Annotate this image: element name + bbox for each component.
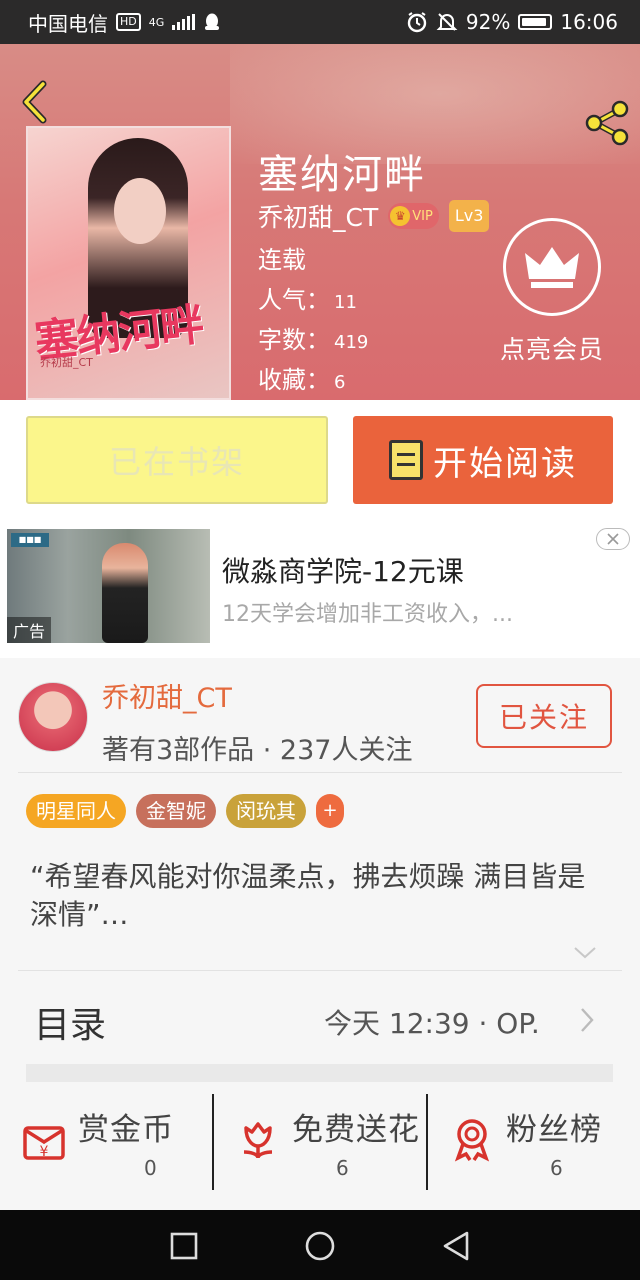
ad-banner[interactable]: ■■■ 广告 微淼商学院-12元课 12天学会增加非工资收入，...	[0, 520, 640, 658]
toc-label: 目录	[34, 1005, 107, 1046]
start-reading-button[interactable]: 开始阅读	[353, 416, 613, 504]
author-works-summary: 著有3部作品 · 237人关注	[102, 735, 413, 766]
reward-coins-button[interactable]: ¥ 赏金币 0	[0, 1094, 212, 1190]
word-count-label: 字数：	[258, 326, 330, 354]
send-flower-label: 免费送花	[292, 1112, 420, 1148]
vip-badge: ♛ VIP	[388, 203, 439, 229]
member-label: 点亮会员	[499, 335, 604, 364]
book-icon	[389, 440, 423, 480]
on-shelf-button[interactable]: 已在书架	[26, 416, 328, 504]
ad-title: 微淼商学院-12元课	[222, 555, 464, 588]
alarm-icon	[407, 12, 427, 33]
tag-more-button[interactable]: +	[316, 794, 344, 828]
book-title: 塞纳河畔	[258, 152, 426, 198]
battery-percent: 92%	[465, 10, 511, 34]
fan-ranking-button[interactable]: 粉丝榜 6	[426, 1094, 640, 1190]
author-avatar[interactable]	[18, 682, 88, 752]
latest-chapter: 今天 12:39 · OP.	[324, 1007, 540, 1040]
send-flower-count: 6	[336, 1156, 349, 1180]
level-badge: Lv3	[448, 200, 490, 232]
app-root: 中国电信 HD 4G 92% 16:06 塞纳河畔 乔初甜_CT 塞纳河畔 乔初…	[0, 0, 640, 1280]
circle-icon	[305, 1231, 335, 1261]
word-count-row: 字数： 419	[258, 320, 368, 355]
chevron-right-icon	[581, 1008, 594, 1032]
author-section: 乔初甜_CT 著有3部作品 · 237人关注 已关注 明星同人 金智妮 闵玧其 …	[0, 658, 640, 1210]
author-card-name[interactable]: 乔初甜_CT	[102, 676, 232, 715]
ad-subtitle: 12天学会增加非工资收入，...	[222, 602, 513, 627]
back-button[interactable]	[12, 74, 56, 130]
qq-icon	[205, 13, 220, 30]
chevron-left-icon	[22, 80, 47, 124]
popularity-value: 11	[334, 292, 357, 313]
author-line: 乔初甜_CT ♛ VIP Lv3	[258, 198, 490, 234]
book-cover[interactable]: 塞纳河畔 乔初甜_CT	[26, 126, 231, 400]
tag-list: 明星同人 金智妮 闵玧其 +	[26, 794, 344, 828]
bottom-actions: ¥ 赏金币 0 免费送花 6 粉丝榜 6	[0, 1094, 640, 1190]
table-of-contents-row[interactable]: 目录 今天 12:39 · OP.	[0, 970, 640, 1070]
serial-status: 连载	[258, 246, 306, 274]
send-flower-button[interactable]: 免费送花 6	[212, 1094, 426, 1190]
crown-icon	[525, 247, 579, 288]
mute-icon	[436, 13, 458, 31]
popularity-row: 人气： 11	[258, 280, 357, 315]
medal-icon	[454, 1119, 490, 1162]
close-icon	[607, 533, 619, 545]
member-ring	[503, 218, 601, 316]
ad-image: ■■■ 广告	[7, 529, 210, 643]
book-intro: “希望春风能对你温柔点，拂去烦躁 满目皆是深情”…	[30, 860, 586, 931]
ad-person	[102, 543, 148, 643]
back-nav-button[interactable]	[436, 1226, 476, 1266]
divider	[18, 772, 622, 773]
network-type: 4G	[148, 15, 165, 29]
recent-apps-button[interactable]	[164, 1226, 204, 1266]
ad-tag: 广告	[7, 617, 52, 643]
system-nav-bar	[0, 1210, 640, 1280]
triangle-back-icon	[443, 1231, 469, 1261]
member-button[interactable]: 点亮会员	[494, 218, 610, 366]
crown-icon: ♛	[390, 206, 411, 226]
status-right: 92% 16:06	[406, 10, 618, 34]
square-icon	[170, 1232, 198, 1260]
chevron-down-icon	[574, 947, 596, 959]
start-reading-label: 开始阅读	[433, 443, 577, 484]
popularity-label: 人气：	[258, 286, 330, 314]
reward-coins-label: 赏金币	[78, 1112, 174, 1148]
ad-close-button[interactable]	[596, 528, 630, 550]
clock: 16:06	[560, 10, 618, 34]
share-button[interactable]	[580, 96, 634, 150]
favorites-row: 收藏： 6	[258, 360, 345, 395]
status-bar: 中国电信 HD 4G 92% 16:06	[0, 0, 640, 44]
cover-author: 乔初甜_CT	[40, 356, 93, 369]
tag-item[interactable]: 金智妮	[136, 794, 216, 828]
cover-face	[114, 178, 166, 244]
tag-item[interactable]: 明星同人	[26, 794, 126, 828]
svg-text:¥: ¥	[40, 1144, 49, 1160]
red-envelope-icon: ¥	[23, 1126, 65, 1160]
vip-label: VIP	[412, 208, 433, 224]
reward-coins-count: 0	[144, 1156, 157, 1180]
word-count-value: 419	[334, 332, 369, 353]
action-row: 已在书架 开始阅读	[0, 400, 640, 520]
book-header: 塞纳河畔 乔初甜_CT 塞纳河畔 乔初甜_CT ♛ VIP Lv3 连载 人气：…	[0, 44, 640, 400]
fan-ranking-label: 粉丝榜	[506, 1112, 602, 1148]
author-name[interactable]: 乔初甜_CT	[258, 198, 378, 234]
expand-intro-button[interactable]	[572, 942, 598, 962]
share-icon	[585, 100, 629, 146]
favorites-value: 6	[334, 372, 346, 393]
flower-icon	[243, 1122, 273, 1159]
signal-icon	[172, 14, 196, 30]
battery-icon	[518, 14, 553, 30]
tag-item[interactable]: 闵玧其	[226, 794, 306, 828]
ad-logo: ■■■	[11, 533, 49, 547]
follow-button[interactable]: 已关注	[476, 684, 612, 748]
carrier-name: 中国电信	[28, 11, 108, 36]
section-separator	[26, 1064, 613, 1082]
home-button[interactable]	[300, 1226, 340, 1266]
status-left: 中国电信 HD 4G	[28, 8, 221, 37]
hd-badge: HD	[116, 13, 141, 31]
favorites-label: 收藏：	[258, 366, 330, 394]
fan-ranking-count: 6	[550, 1156, 563, 1180]
